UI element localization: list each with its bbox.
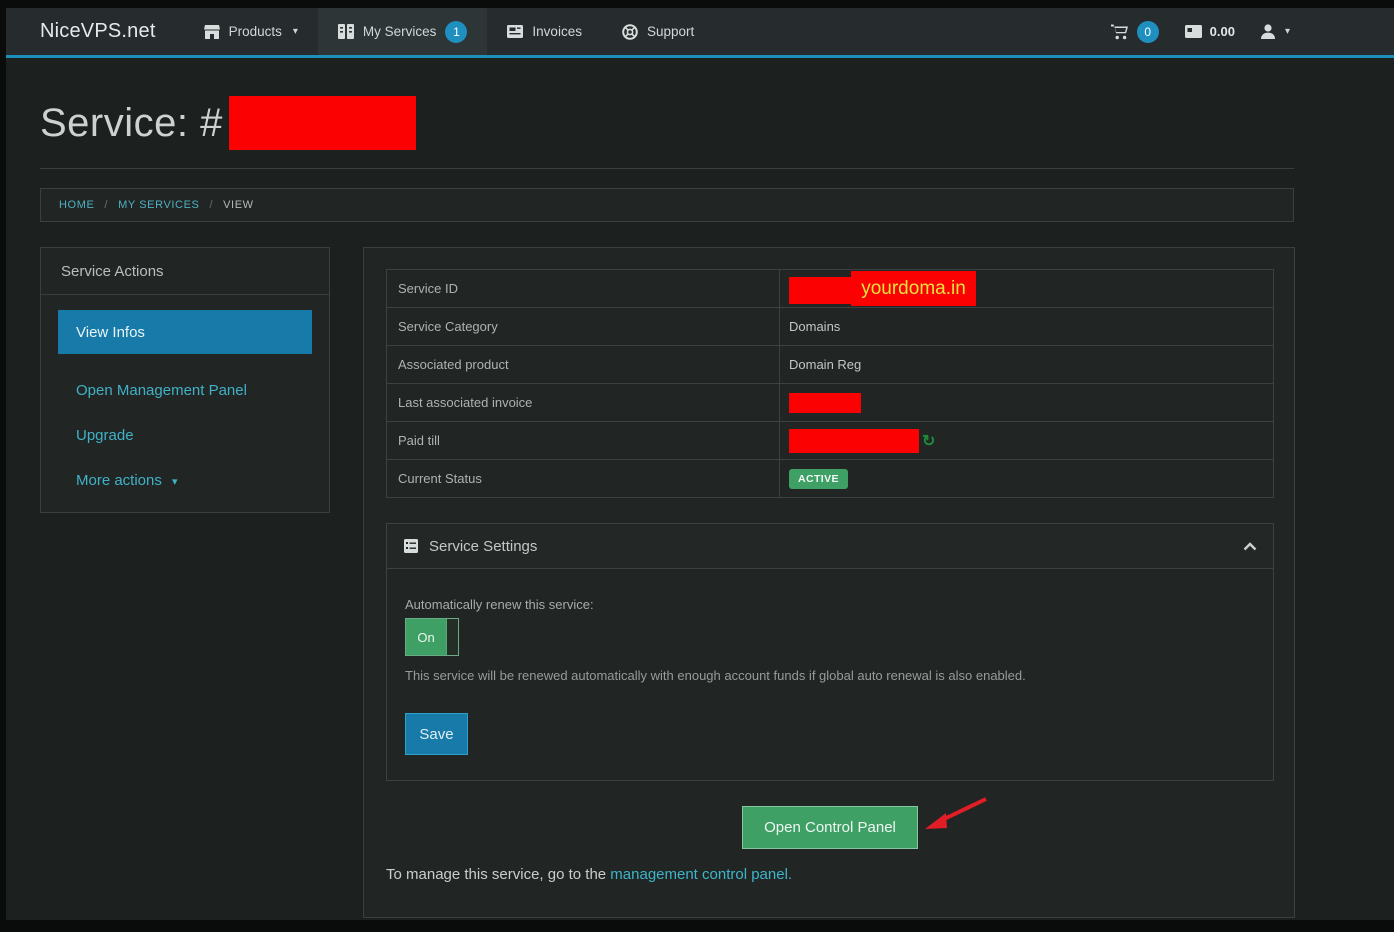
- top-navbar: NiceVPS.net Products ▾ My Services 1 Inv…: [6, 8, 1394, 58]
- row-value: ACTIVE: [780, 460, 1273, 497]
- page-header: Service: #: [40, 96, 416, 150]
- breadcrumb-my-services[interactable]: MY SERVICES: [118, 199, 199, 211]
- status-badge: ACTIVE: [789, 469, 848, 489]
- row-label: Last associated invoice: [387, 384, 780, 421]
- watermark-text: yourdoma.in: [861, 278, 966, 300]
- shop-icon: [204, 25, 220, 39]
- cart-icon: [1111, 24, 1129, 40]
- service-actions-panel: Service Actions View Infos Open Manageme…: [40, 247, 330, 513]
- services-icon: [338, 24, 354, 39]
- table-row: Service ID yourdoma.in: [387, 270, 1273, 308]
- redaction-last-invoice: [789, 393, 861, 413]
- sidebar-item-more-actions[interactable]: More actions ▾: [58, 472, 312, 489]
- my-services-count-badge: 1: [445, 21, 467, 43]
- account-menu-button[interactable]: ▾: [1261, 24, 1290, 39]
- row-label: Service Category: [387, 308, 780, 345]
- table-row: Last associated invoice: [387, 384, 1273, 422]
- redaction-service-id: [789, 277, 852, 304]
- toggle-on-label: On: [406, 619, 446, 655]
- balance-amount: 0.00: [1210, 24, 1235, 39]
- breadcrumb-view: VIEW: [223, 199, 254, 211]
- open-control-panel-button[interactable]: Open Control Panel: [742, 806, 918, 849]
- annotation-arrow-icon: [920, 793, 992, 844]
- nav-item-label: My Services: [363, 24, 437, 39]
- management-control-panel-link[interactable]: management control panel.: [610, 866, 792, 883]
- page: NiceVPS.net Products ▾ My Services 1 Inv…: [6, 8, 1394, 920]
- caret-down-icon: ▾: [1285, 26, 1290, 37]
- navbar-right-cluster: 0 0.00 ▾: [1111, 8, 1394, 55]
- save-button[interactable]: Save: [405, 713, 468, 755]
- brand-logo[interactable]: NiceVPS.net: [6, 8, 184, 55]
- table-row: Current Status ACTIVE: [387, 460, 1273, 498]
- sidebar-item-upgrade[interactable]: Upgrade: [58, 427, 312, 444]
- row-label: Service ID: [387, 270, 780, 307]
- header-divider: [40, 168, 1294, 169]
- redaction-service-id-title: [229, 96, 416, 150]
- caret-down-icon: ▾: [293, 26, 298, 37]
- support-icon: [622, 24, 638, 40]
- chevron-up-icon[interactable]: [1243, 542, 1257, 551]
- row-value: [780, 384, 1273, 421]
- refresh-icon[interactable]: ↻: [922, 431, 935, 451]
- service-settings-header[interactable]: Service Settings: [386, 523, 1274, 569]
- nav-item-my-services[interactable]: My Services 1: [318, 8, 488, 55]
- breadcrumb: HOME / MY SERVICES / VIEW: [40, 188, 1294, 222]
- nav-item-label: Support: [647, 24, 694, 39]
- invoice-icon: [507, 25, 523, 38]
- service-view-panel: Service ID yourdoma.in Service Category …: [363, 247, 1295, 918]
- row-label: Paid till: [387, 422, 780, 459]
- row-value: Domains: [780, 308, 1273, 345]
- row-label: Associated product: [387, 346, 780, 383]
- sidebar-item-label: More actions: [76, 472, 162, 489]
- breadcrumb-separator: /: [104, 199, 108, 211]
- sidebar-item-view-infos[interactable]: View Infos: [58, 310, 312, 354]
- manage-service-text: To manage this service, go to the manage…: [386, 866, 792, 883]
- table-row: Paid till ↻: [387, 422, 1273, 460]
- auto-renew-label: Automatically renew this service:: [405, 597, 1255, 612]
- page-title: Service: #: [40, 101, 223, 146]
- row-label: Current Status: [387, 460, 780, 497]
- nav-item-products[interactable]: Products ▾: [184, 8, 318, 55]
- sidebar-item-open-management-panel[interactable]: Open Management Panel: [58, 382, 312, 399]
- service-details-table: Service ID yourdoma.in Service Category …: [386, 269, 1274, 498]
- row-value: ↻: [780, 422, 1273, 459]
- row-value: yourdoma.in: [780, 270, 1273, 307]
- balance-button[interactable]: 0.00: [1185, 24, 1235, 39]
- nav-item-label: Products: [229, 24, 282, 39]
- user-icon: [1261, 24, 1275, 39]
- wallet-icon: [1185, 25, 1202, 38]
- cart-count-badge: 0: [1137, 21, 1159, 43]
- table-row: Associated product Domain Reg: [387, 346, 1273, 384]
- cart-button[interactable]: 0: [1111, 21, 1159, 43]
- redaction-service-id-watermark: yourdoma.in: [851, 271, 976, 306]
- auto-renew-toggle[interactable]: On: [405, 618, 459, 656]
- redaction-paid-till: [789, 429, 919, 453]
- caret-down-icon: ▾: [172, 476, 178, 488]
- service-actions-title: Service Actions: [41, 248, 329, 295]
- service-settings-title: Service Settings: [429, 538, 537, 555]
- breadcrumb-home[interactable]: HOME: [59, 199, 94, 211]
- breadcrumb-separator: /: [209, 199, 213, 211]
- nav-item-invoices[interactable]: Invoices: [487, 8, 602, 55]
- nav-item-label: Invoices: [532, 24, 582, 39]
- manage-text: To manage this service, go to the: [386, 866, 610, 883]
- toggle-handle: [446, 619, 458, 655]
- nav-item-support[interactable]: Support: [602, 8, 714, 55]
- server-settings-icon: [403, 538, 419, 554]
- row-value: Domain Reg: [780, 346, 1273, 383]
- service-settings-body: Automatically renew this service: On Thi…: [386, 569, 1274, 781]
- table-row: Service Category Domains: [387, 308, 1273, 346]
- auto-renew-description: This service will be renewed automatical…: [405, 668, 1255, 683]
